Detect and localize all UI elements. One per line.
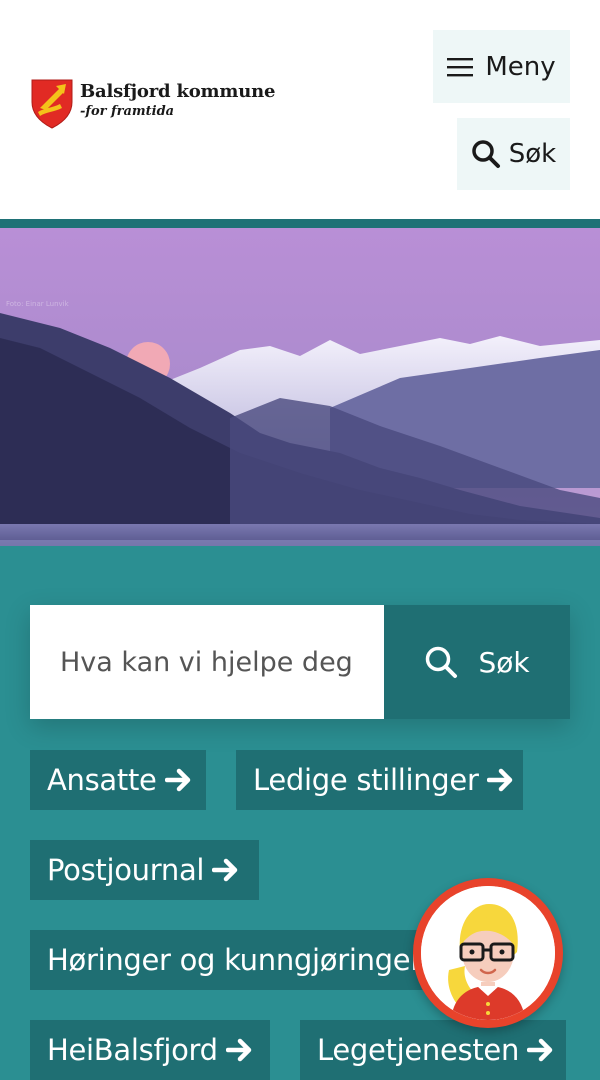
menu-label: Meny: [485, 52, 555, 82]
quick-link-label: Høringer og kunngjøringer: [47, 943, 422, 977]
header-search-label: Søk: [509, 139, 556, 169]
arrow-right-icon: [487, 768, 515, 792]
quick-link-postjournal[interactable]: Postjournal: [30, 840, 259, 900]
header-divider: [0, 219, 600, 228]
arrow-right-icon: [226, 1038, 254, 1062]
site-header: Balsfjord kommune -for framtida Meny Søk: [0, 0, 600, 219]
quick-link-label: Legetjenesten: [317, 1033, 519, 1067]
quick-link-label: Ansatte: [47, 763, 157, 797]
search-button-label: Søk: [478, 646, 529, 679]
shield-logo-icon: [30, 78, 74, 130]
chatbot-avatar-icon: [421, 886, 555, 1020]
logo-tagline: -for framtida: [80, 103, 275, 121]
quick-link-label: HeiBalsfjord: [47, 1033, 218, 1067]
search-icon: [424, 645, 458, 679]
menu-button[interactable]: Meny: [433, 30, 570, 103]
hamburger-icon: [447, 57, 473, 77]
quick-link-legetjenesten[interactable]: Legetjenesten: [300, 1020, 566, 1080]
search-icon: [471, 139, 501, 169]
arrow-right-icon: [527, 1038, 555, 1062]
photo-credit: Foto: Einar Lunvik: [6, 300, 69, 308]
arrow-right-icon: [165, 768, 193, 792]
quick-link-ledige-stillinger[interactable]: Ledige stillinger: [236, 750, 523, 810]
header-search-button[interactable]: Søk: [457, 118, 570, 190]
search-input[interactable]: [30, 605, 384, 719]
search-submit-button[interactable]: Søk: [384, 605, 570, 719]
site-logo[interactable]: Balsfjord kommune -for framtida: [30, 78, 275, 130]
search-bar: Søk: [30, 605, 570, 719]
quick-link-ansatte[interactable]: Ansatte: [30, 750, 206, 810]
quick-link-label: Ledige stillinger: [253, 763, 479, 797]
chatbot-button[interactable]: [413, 878, 563, 1028]
quick-link-horinger[interactable]: Høringer og kunngjøringer: [30, 930, 430, 990]
logo-name: Balsfjord kommune: [80, 81, 275, 103]
quick-link-label: Postjournal: [47, 853, 204, 887]
quick-link-heibalsfjord[interactable]: HeiBalsfjord: [30, 1020, 270, 1080]
hero-image: Foto: Einar Lunvik: [0, 228, 600, 546]
arrow-right-icon: [212, 858, 240, 882]
